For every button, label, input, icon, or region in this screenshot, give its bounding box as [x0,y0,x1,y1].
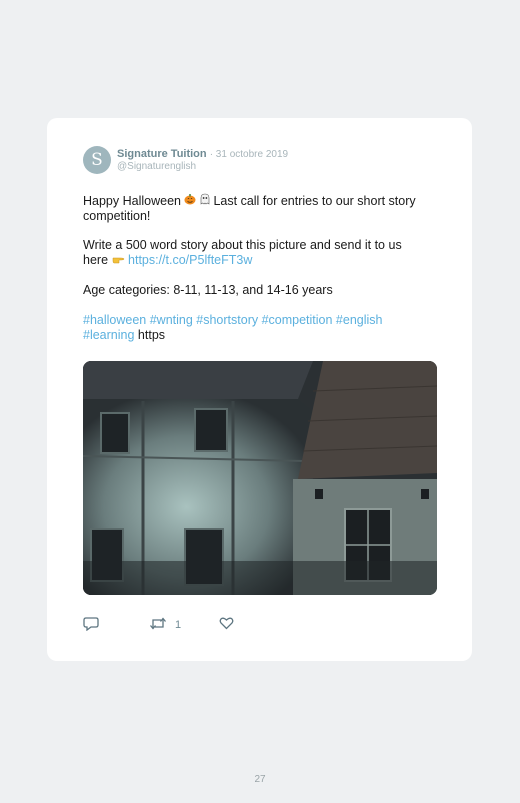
tweet-paragraph-3: Age categories: 8-11, 11-13, and 14-16 y… [83,283,443,298]
author-handle[interactable]: @Signaturenglish [117,161,196,172]
age-categories: Age categories: 8-11, 11-13, and 14-16 y… [83,283,333,297]
tweet-text-competition: competition! [83,209,151,223]
tweet-hashtags: #halloween #wnting #shortstory #competit… [83,313,443,343]
tweet-card: S Signature Tuition · 31 octobre 2019 @S… [47,118,472,661]
story-link[interactable]: https://t.co/P5lfteFT3w [128,253,252,267]
tweet-paragraph-2: Write a 500 word story about this pictur… [83,238,443,268]
pointing-hand-icon [112,254,129,267]
author-line: Signature Tuition · 31 octobre 2019 [117,148,288,160]
retweet-count: 1 [175,619,182,631]
avatar[interactable]: S [83,146,111,174]
tweet-text-greeting: Happy Halloween [83,194,181,208]
tweet-text-call: Last call for entries to our short story [213,194,416,208]
tweet-text-here: here [83,253,109,267]
tweet-paragraph-1: Happy Halloween Last call for entries to… [83,193,443,224]
haunted-house-photo[interactable] [83,361,437,595]
trailing-text: https [137,328,166,342]
ghost-icon [200,193,214,208]
page-number: 27 [254,774,266,785]
like-icon [219,616,234,633]
display-name[interactable]: Signature Tuition [117,148,207,160]
reply-button[interactable] [83,616,99,634]
pumpkin-icon [184,194,200,208]
hashtags-row-1[interactable]: #halloween #wnting #shortstory #competit… [83,313,383,327]
retweet-icon [149,616,167,634]
reply-icon [83,616,99,634]
retweet-button[interactable]: 1 [149,616,181,634]
hashtag-learning[interactable]: #learning [83,328,134,342]
tweet-text-instructions: Write a 500 word story about this pictur… [83,238,402,252]
tweet-date[interactable]: · 31 octobre 2019 [210,149,288,160]
like-button[interactable] [219,616,234,633]
